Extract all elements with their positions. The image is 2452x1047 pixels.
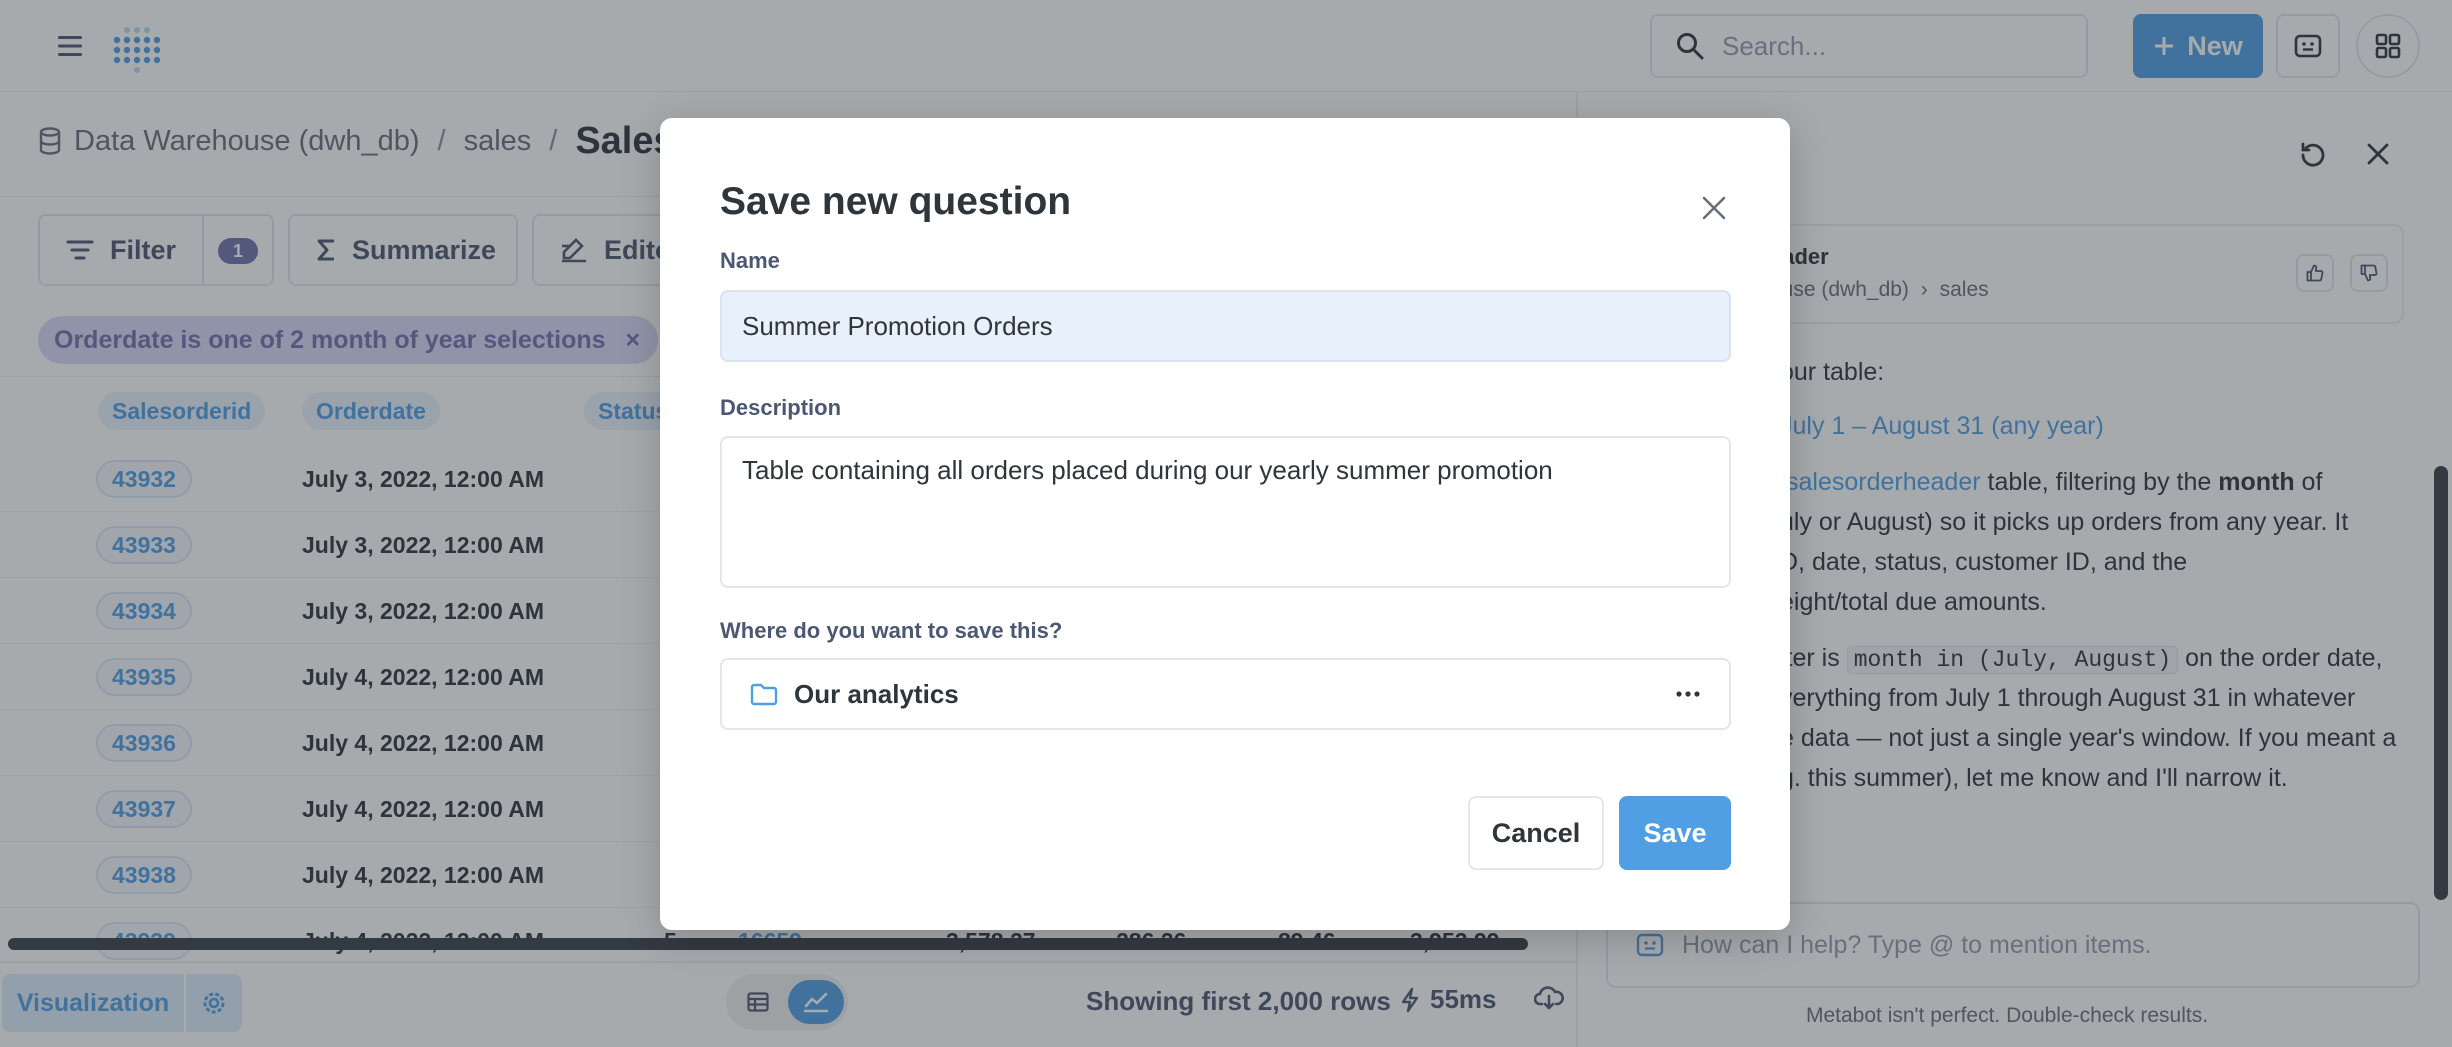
folder-icon (750, 682, 778, 706)
description-label: Description (720, 395, 842, 420)
location-label: Where do you want to save this? (720, 618, 1063, 643)
ellipsis-icon[interactable] (1670, 678, 1706, 710)
collection-picker[interactable]: Our analytics (720, 658, 1731, 730)
description-field[interactable]: Table containing all orders placed durin… (720, 436, 1731, 588)
name-field[interactable] (720, 290, 1731, 362)
save-button[interactable]: Save (1619, 796, 1731, 870)
cancel-button[interactable]: Cancel (1468, 796, 1604, 870)
modal-title: Save new question (720, 180, 1072, 223)
collection-name: Our analytics (794, 678, 959, 709)
name-label: Name (720, 248, 780, 273)
close-icon[interactable] (1694, 188, 1734, 228)
